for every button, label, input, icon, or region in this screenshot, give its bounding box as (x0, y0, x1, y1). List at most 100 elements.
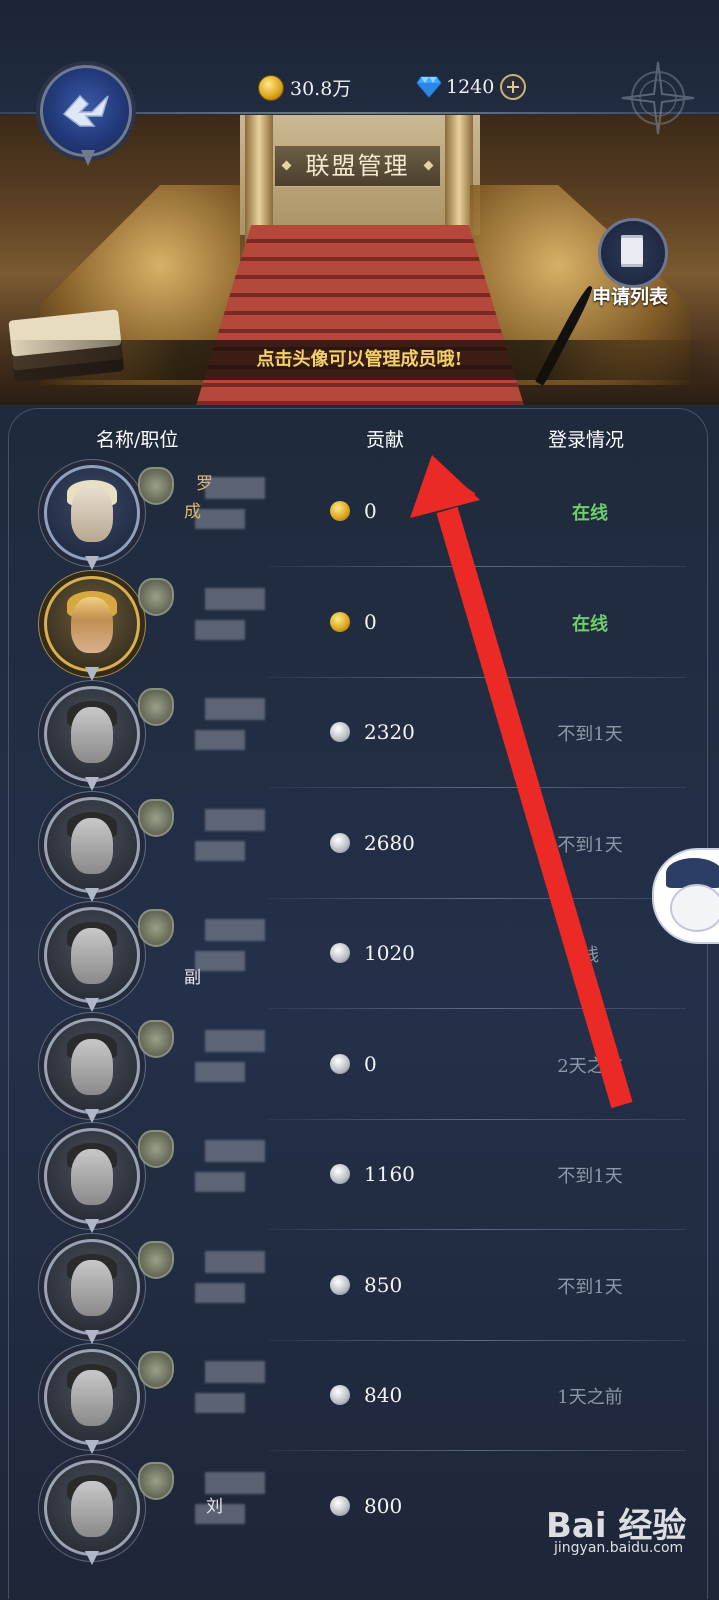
add-diamonds-button[interactable] (500, 74, 527, 100)
member-avatar[interactable] (44, 1128, 140, 1233)
contribution-value: 0 (330, 499, 377, 523)
emblem-spike (81, 150, 95, 166)
login-status: 在线 (572, 503, 608, 524)
rank-badge-icon (138, 909, 174, 947)
avatar-face (71, 1370, 113, 1426)
contribution-value: 1020 (330, 941, 415, 965)
silver-coin-icon (330, 1495, 350, 1516)
redacted-role (195, 1393, 245, 1413)
rank-badge-icon (138, 577, 174, 616)
member-avatar[interactable] (44, 1459, 140, 1565)
login-status: 在线 (572, 613, 608, 635)
contribution-value: 800 (330, 1494, 402, 1518)
member-avatar[interactable] (44, 907, 140, 1012)
gold-currency: 30.8万 (258, 74, 351, 101)
avatar-face (71, 486, 113, 542)
redacted-role (195, 1282, 245, 1303)
avatar-face (71, 1259, 113, 1316)
redacted-name (205, 808, 265, 831)
gold-coin-icon (330, 611, 350, 632)
member-row[interactable]: 2680 不到1天 (20, 787, 686, 902)
silver-coin-icon (330, 1164, 350, 1184)
scroll-icon (621, 235, 643, 267)
contribution-amount: 1020 (364, 941, 415, 965)
redacted-name (205, 1471, 265, 1494)
contribution-value: 1160 (330, 1162, 415, 1186)
diamond-amount: 1240 (446, 76, 495, 98)
gold-coin-icon (258, 74, 284, 101)
rank-badge-icon (138, 1130, 174, 1168)
redacted-name (205, 1361, 265, 1383)
column-header-login: 登录情况 (548, 429, 625, 451)
avatar-face (71, 1038, 113, 1095)
redacted-name (205, 587, 265, 610)
member-row[interactable]: 0 2天之前 (20, 1008, 686, 1123)
contribution-value: 0 (330, 610, 377, 634)
title-ornament-icon (281, 160, 292, 171)
member-avatar[interactable] (44, 575, 140, 681)
member-row[interactable]: 0 在线 (20, 566, 686, 681)
gold-amount: 30.8万 (290, 78, 352, 100)
silver-coin-icon (330, 722, 350, 742)
column-header-contribution: 贡献 (366, 429, 405, 451)
member-avatar[interactable] (44, 1238, 140, 1344)
title-ornament-icon (423, 160, 434, 171)
assistant-face-icon (670, 884, 719, 932)
redacted-name (205, 919, 265, 941)
redacted-name (205, 698, 265, 720)
rank-badge-icon (138, 1240, 174, 1279)
contribution-value: 850 (330, 1273, 402, 1297)
redacted-role (195, 619, 245, 640)
rank-badge-icon (138, 1351, 174, 1389)
alliance-crest-icon (62, 94, 109, 127)
redacted-name (205, 1029, 265, 1052)
rank-badge-icon (138, 1461, 174, 1500)
member-row[interactable]: 850 不到1天 (20, 1229, 686, 1344)
page-title: 联盟管理 (305, 152, 410, 180)
manage-members-hint: 点击头像可以管理成员哦! (0, 340, 719, 380)
member-avatar[interactable] (44, 796, 140, 902)
silver-coin-icon (330, 832, 350, 853)
member-avatar[interactable] (44, 1017, 140, 1123)
member-row[interactable]: 2320 不到1天 (20, 676, 686, 791)
member-avatar[interactable] (44, 686, 140, 791)
login-status: 不到1天 (557, 1166, 623, 1187)
application-list-button[interactable] (598, 218, 668, 288)
column-header-name: 名称/职位 (96, 429, 179, 451)
login-status: 不到1天 (557, 1276, 623, 1298)
redacted-role (195, 840, 245, 861)
contribution-amount: 850 (364, 1272, 403, 1297)
member-row[interactable]: 副 1020 线 (20, 897, 686, 1012)
login-status: 不到1天 (557, 834, 623, 856)
avatar-face (71, 928, 113, 984)
login-status: 不到1天 (557, 724, 623, 745)
member-avatar[interactable] (44, 1349, 140, 1454)
contribution-value: 0 (330, 1052, 377, 1076)
watermark-url: jingyan.baidu.com (554, 1540, 684, 1556)
member-row[interactable]: 840 1天之前 (20, 1339, 686, 1454)
diamond-currency: 1240 (416, 74, 527, 100)
diamond-icon (416, 76, 442, 98)
login-status: 1天之前 (557, 1387, 623, 1408)
contribution-amount: 0 (364, 499, 377, 523)
application-list-label[interactable]: 申请列表 (580, 282, 680, 309)
member-avatar[interactable] (44, 465, 140, 570)
alliance-emblem-button[interactable] (40, 65, 132, 157)
rank-badge-icon (138, 688, 174, 726)
contribution-amount: 1160 (364, 1162, 415, 1186)
member-row[interactable]: 1160 不到1天 (20, 1118, 686, 1233)
silver-coin-icon (330, 1053, 350, 1074)
avatar-face (71, 1480, 113, 1537)
rank-badge-icon (138, 467, 174, 505)
silver-coin-icon (330, 1385, 350, 1405)
redacted-role (195, 730, 245, 750)
member-row[interactable]: 罗成 0 在线 (20, 455, 686, 570)
silver-coin-icon (330, 943, 350, 963)
avatar-face (71, 707, 113, 763)
gold-coin-icon (330, 501, 350, 521)
baidu-watermark: Bai 经验 jingyan.baidu.com (540, 1494, 715, 1564)
contribution-value: 2320 (330, 720, 415, 744)
redacted-role (195, 1172, 245, 1192)
rank-badge-icon (138, 798, 174, 837)
redacted-name (205, 1140, 265, 1162)
